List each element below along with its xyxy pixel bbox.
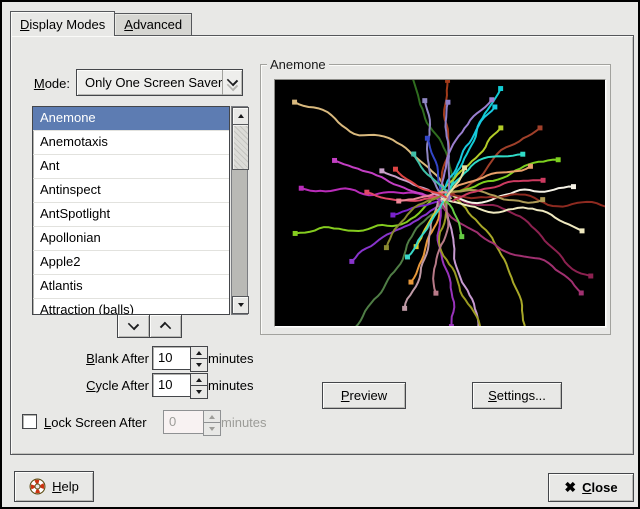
- list-item[interactable]: Antinspect: [33, 179, 229, 203]
- anemone-preview-art: [275, 80, 605, 326]
- list-item[interactable]: Ant: [33, 155, 229, 179]
- spin-down-button: [203, 422, 221, 436]
- triangle-up-icon: [238, 114, 244, 118]
- lock-after-input: 0: [163, 410, 204, 434]
- triangle-down-icon: [196, 390, 202, 394]
- lock-screen-label: Lock Screen After: [44, 415, 147, 430]
- dropdown-arrow-icon: [222, 70, 242, 95]
- screensaver-list[interactable]: AnemoneAnemotaxisAntAntinspectAntSpotlig…: [32, 106, 230, 315]
- triangle-up-icon: [196, 378, 202, 382]
- triangle-down-icon: [238, 303, 244, 307]
- life-buoy-icon: [29, 478, 46, 495]
- blank-after-unit: minutes: [208, 351, 254, 366]
- xscreensaver-preferences-window: Display Modes Advanced Mode: Only One Sc…: [0, 0, 640, 509]
- scrollbar-up-button[interactable]: [232, 107, 249, 125]
- triangle-down-icon: [209, 427, 215, 431]
- close-x-icon: ✖: [564, 479, 576, 496]
- tab-display-modes-label: Display Modes: [20, 17, 105, 32]
- triangle-up-icon: [196, 351, 202, 355]
- cycle-after-stepper: [190, 373, 206, 397]
- scrollbar-thumb[interactable]: [232, 124, 249, 170]
- list-item[interactable]: Apollonian: [33, 227, 229, 251]
- lock-after-stepper: [203, 410, 219, 434]
- list-item[interactable]: Attraction (balls): [33, 299, 229, 315]
- tab-advanced[interactable]: Advanced: [114, 13, 192, 36]
- screensaver-preview-canvas: [274, 79, 606, 327]
- preview-frame-title: Anemone: [267, 57, 329, 72]
- chevron-down-icon: [128, 319, 139, 330]
- spin-down-button[interactable]: [190, 358, 208, 372]
- help-button[interactable]: Help: [14, 471, 94, 502]
- chevron-up-icon: [160, 322, 171, 333]
- list-item[interactable]: Apple2: [33, 251, 229, 275]
- list-item[interactable]: Anemone: [33, 107, 229, 131]
- lock-after-unit: minutes: [221, 415, 267, 430]
- mode-value: Only One Screen Saver: [77, 75, 222, 90]
- cycle-after-label: Cycle After: [29, 378, 149, 393]
- list-scrollbar[interactable]: [231, 106, 248, 315]
- mode-select[interactable]: Only One Screen Saver: [76, 69, 243, 96]
- tab-advanced-label: Advanced: [124, 17, 182, 32]
- triangle-down-icon: [196, 363, 202, 367]
- tab-display-modes[interactable]: Display Modes: [10, 11, 115, 36]
- scrollbar-down-button[interactable]: [232, 296, 249, 314]
- settings-button[interactable]: Settings...: [472, 382, 562, 409]
- spin-down-button[interactable]: [190, 385, 208, 399]
- blank-after-input[interactable]: 10: [152, 346, 191, 370]
- tab-bar: Display Modes Advanced: [10, 12, 192, 36]
- triangle-up-icon: [209, 415, 215, 419]
- list-item[interactable]: Anemotaxis: [33, 131, 229, 155]
- prev-saver-button[interactable]: [149, 314, 182, 338]
- next-saver-button[interactable]: [117, 314, 150, 338]
- list-item[interactable]: Atlantis: [33, 275, 229, 299]
- blank-after-label: Blank After: [29, 351, 149, 366]
- lock-screen-checkbox[interactable]: [22, 414, 37, 429]
- close-button[interactable]: ✖ Close: [548, 473, 634, 502]
- preview-button[interactable]: Preview: [322, 382, 406, 409]
- list-item[interactable]: AntSpotlight: [33, 203, 229, 227]
- mode-label: Mode:: [22, 76, 70, 91]
- cycle-after-unit: minutes: [208, 378, 254, 393]
- cycle-after-input[interactable]: 10: [152, 373, 191, 397]
- blank-after-stepper: [190, 346, 206, 370]
